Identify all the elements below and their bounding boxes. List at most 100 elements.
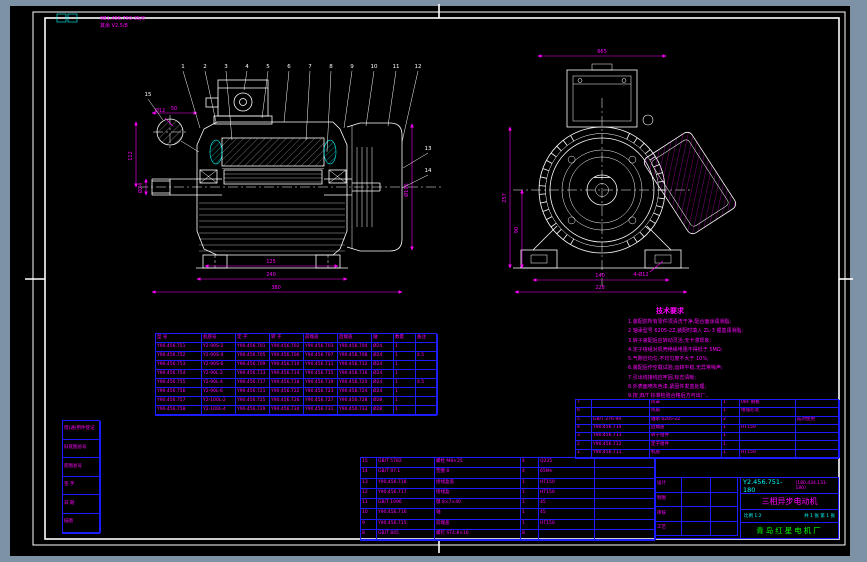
table-cell: 2 — [576, 441, 592, 449]
drawing-number-alt: (180.434.131-180) — [796, 481, 836, 491]
table-cell — [595, 458, 656, 468]
note-line: 4.定子绕组对机壳绝缘电阻不得低于 5MΩ; — [628, 346, 808, 355]
table-cell: 10 — [361, 509, 377, 519]
callout-leader — [183, 71, 200, 128]
cooling-fin — [634, 237, 638, 242]
table-cell — [595, 489, 656, 499]
table-cell: Y90.456.732 — [338, 406, 372, 415]
table-cell: Ø24 — [372, 343, 394, 352]
margin-table: 借(通)用件登记旧底图总号底图总号签 字日 期描图 — [62, 420, 100, 534]
callout-leader — [284, 71, 289, 122]
table-cell — [796, 408, 840, 416]
table-cell: Y90.456.724 — [338, 388, 372, 397]
bom-table-lower: 15GB/T 5782螺栓 M8×254Q23514GB/T 97.1垫圈 84… — [360, 457, 655, 541]
table-cell: Y90.456.729 — [236, 406, 270, 415]
callout-number: 12 — [415, 64, 422, 70]
sheet-count: 共 1 张 第 1 张 — [804, 513, 835, 519]
table-cell: 风罩 — [650, 400, 722, 408]
table-cell — [796, 441, 840, 449]
table-cell: Y90.456.716 — [377, 509, 435, 519]
table-cell: Y90.456.718 — [270, 379, 304, 388]
table-cell: Y90.456.728 — [338, 397, 372, 406]
variants-table: 型 号机座号定 子转 子前端盖后端盖轴数量备注Y90.456.751Y2-90S… — [155, 333, 437, 416]
table-cell — [595, 520, 656, 530]
table-cell: 2 — [722, 417, 740, 425]
callout-number: 10 — [371, 64, 378, 70]
table-cell: 键 8×7×40 — [435, 499, 521, 509]
table-cell: 9 — [361, 520, 377, 530]
table-cell: 接线盒 — [435, 489, 521, 499]
table-cell: Y90.456.702 — [270, 343, 304, 352]
signature-cell: 制图 — [656, 493, 682, 508]
factory-name: 青岛红星电机厂 — [741, 523, 838, 538]
table-cell — [416, 397, 438, 406]
notes-block: 技术要求 1.装配前所有零件须清洗干净,配合面涂润滑脂;2.轴承型号 6205-… — [628, 306, 808, 402]
product-name: 三相异步电动机 — [741, 494, 838, 510]
motor-end-view — [513, 64, 738, 286]
table-cell: GB/T 5782 — [377, 458, 435, 468]
table-cell: Y2-90S-4 — [202, 352, 236, 361]
cooling-fin — [557, 229, 562, 234]
table-cell: 15 — [361, 458, 377, 468]
table-cell — [416, 343, 438, 352]
dimension-text: 228 — [595, 285, 605, 291]
dimension-text: 4-Ø12 — [633, 271, 648, 278]
terminal-cover-rotated — [642, 130, 738, 236]
signature-cell — [711, 478, 738, 493]
cooling-fin — [563, 235, 567, 240]
table-cell: 风扇 — [650, 408, 722, 416]
table-cell: GB/T 1096 — [377, 499, 435, 509]
table-cell: Y90.456.707 — [304, 352, 338, 361]
table-cell — [539, 530, 595, 540]
cooling-fin — [540, 202, 546, 203]
table-cell: Y90.456.705 — [236, 352, 270, 361]
corner-note-line: 其余 V2.5/8 — [100, 23, 145, 30]
table-cell: 5 — [576, 417, 592, 425]
table-cell: 1 — [521, 509, 539, 519]
callout-leader — [388, 71, 396, 126]
table-cell: Y90.456.715 — [377, 520, 435, 530]
table-cell: 1 — [394, 388, 416, 397]
table-cell — [595, 479, 656, 489]
callout-number: 5 — [266, 64, 270, 70]
table-cell: 4 — [576, 425, 592, 433]
cooling-fin — [563, 140, 567, 145]
signature-cell: 审核 — [656, 507, 682, 522]
signature-cell — [711, 493, 738, 508]
table-cell: Y90.456.718 — [377, 479, 435, 489]
table-cell: Y90.456.720 — [338, 379, 372, 388]
cooling-fin — [540, 177, 546, 178]
table-cell — [740, 417, 796, 425]
rotor-core — [224, 170, 322, 184]
table-cell — [740, 441, 796, 449]
table-cell: 轴 — [372, 334, 394, 343]
table-cell: 螺栓 M8×25 — [435, 458, 521, 468]
cooling-fin — [539, 186, 545, 187]
callout-number: 4 — [245, 64, 249, 70]
signature-cell: 工艺 — [656, 522, 682, 537]
note-line: 6.装配后作空载试验,运转平稳,无异常噪声; — [628, 364, 808, 373]
lifting-lug-detail — [153, 115, 199, 152]
callout-number: 2 — [203, 64, 207, 70]
table-cell: 65Mn — [539, 468, 595, 478]
winding-end — [324, 140, 336, 164]
table-cell: 转 子 — [270, 334, 304, 343]
table-cell: 增强尼龙 — [740, 408, 796, 416]
callout-number: 13 — [425, 146, 432, 152]
table-cell: Y90.456.710 — [270, 361, 304, 370]
table-cell: 1 — [722, 425, 740, 433]
callout-leader — [244, 71, 247, 90]
note-line: 8.外表面喷灰色漆,紧固件发蓝处理; — [628, 383, 808, 392]
table-cell: 1 — [394, 397, 416, 406]
callout-leader — [366, 71, 374, 126]
table-cell: 轴承 6205-2Z — [650, 417, 722, 425]
table-cell: 8 — [521, 530, 539, 540]
table-cell: GB/T 97.1 — [377, 468, 435, 478]
table-cell — [416, 388, 438, 397]
table-cell: Y90.456.753 — [156, 361, 202, 370]
table-cell: 45 — [539, 499, 595, 509]
dimension-text: Ø24 — [137, 183, 144, 193]
table-cell: Y90.456.706 — [270, 352, 304, 361]
table-cell: Ø24 — [372, 361, 394, 370]
cooling-fin — [543, 169, 549, 171]
